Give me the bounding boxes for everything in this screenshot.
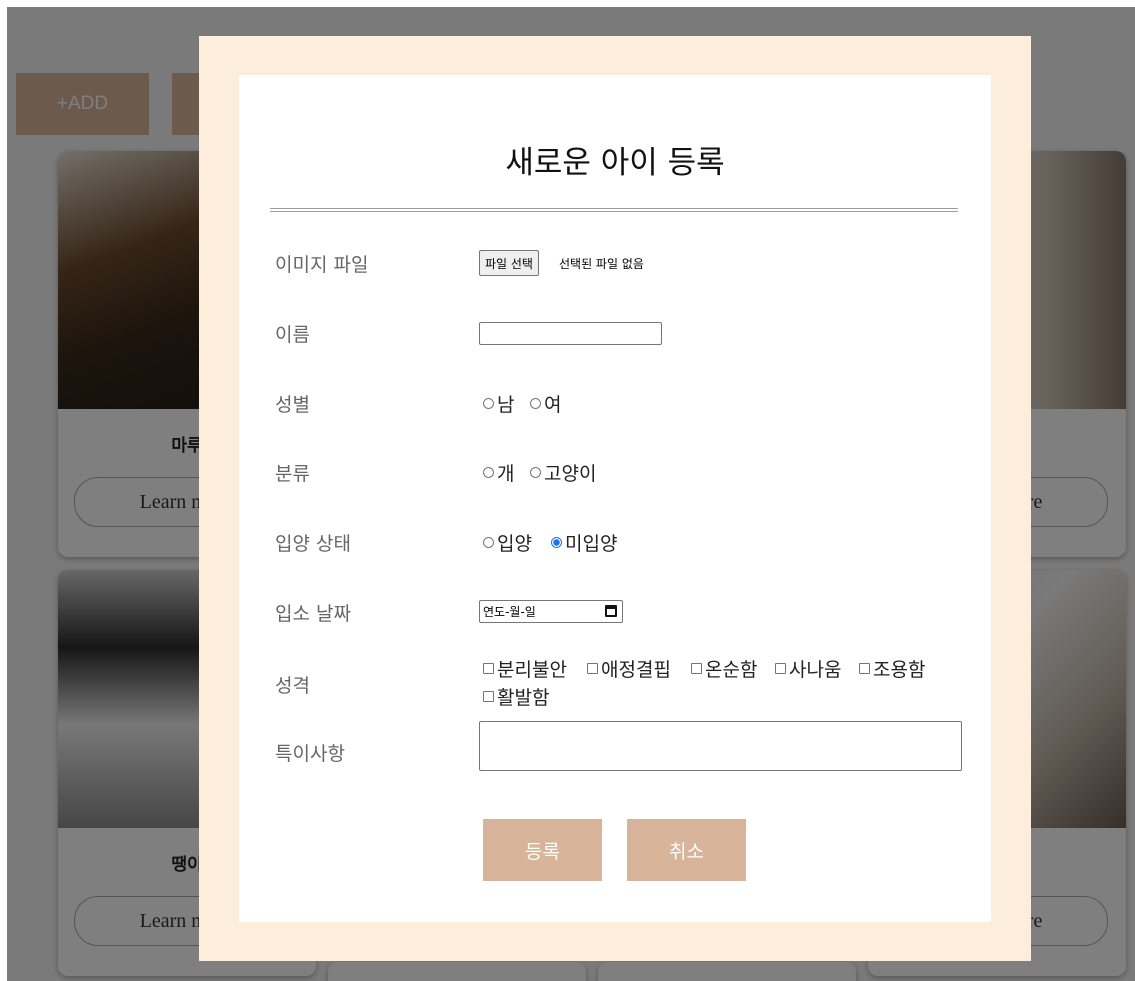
personality-option[interactable]: 사나움 (775, 655, 841, 682)
checkbox[interactable] (691, 663, 702, 674)
radio-button-selected[interactable] (551, 537, 562, 548)
category-option-dog[interactable]: 개 (483, 459, 514, 486)
file-status: 선택된 파일 없음 (559, 257, 644, 271)
personality-option[interactable]: 활발함 (483, 683, 549, 710)
personality-option[interactable]: 온순함 (691, 655, 757, 682)
checkbox[interactable] (775, 663, 786, 674)
gender-option-female[interactable]: 여 (530, 390, 561, 417)
radio-button[interactable] (530, 467, 541, 478)
checkbox[interactable] (483, 663, 494, 674)
notes-label: 특이사항 (275, 743, 345, 765)
intake-date-input[interactable]: 연도-월-일 (479, 600, 623, 623)
register-modal: 새로운 아이 등록 이미지 파일 파일 선택 선택된 파일 없음 이름 성별 남… (199, 36, 1031, 961)
cancel-button[interactable]: 취소 (627, 819, 746, 881)
checkbox[interactable] (483, 691, 494, 702)
name-input[interactable] (479, 322, 662, 345)
date-label: 입소 날짜 (275, 603, 351, 625)
image-file-label: 이미지 파일 (275, 254, 369, 276)
category-option-cat[interactable]: 고양이 (530, 459, 596, 486)
personality-option[interactable]: 조용함 (859, 655, 925, 682)
radio-button[interactable] (483, 398, 494, 409)
title-divider (270, 208, 958, 212)
date-placeholder: 연도-월-일 (483, 605, 536, 619)
radio-button[interactable] (483, 467, 494, 478)
checkbox[interactable] (859, 663, 870, 674)
file-select-button[interactable]: 파일 선택 (479, 250, 539, 276)
register-form: 새로운 아이 등록 이미지 파일 파일 선택 선택된 파일 없음 이름 성별 남… (239, 75, 991, 922)
radio-button[interactable] (530, 398, 541, 409)
checkbox[interactable] (587, 663, 598, 674)
notes-textarea[interactable] (479, 721, 962, 771)
category-label: 분류 (275, 463, 310, 485)
adoption-label: 입양 상태 (275, 533, 351, 555)
submit-button[interactable]: 등록 (483, 819, 602, 881)
gender-label: 성별 (275, 394, 310, 416)
adoption-option-not-adopted[interactable]: 미입양 (551, 529, 617, 556)
personality-option[interactable]: 애정결핍 (587, 655, 671, 682)
personality-label: 성격 (275, 675, 310, 697)
gender-option-male[interactable]: 남 (483, 390, 514, 417)
adoption-option-adopted[interactable]: 입양 (483, 529, 532, 556)
radio-button[interactable] (483, 537, 494, 548)
modal-title: 새로운 아이 등록 (505, 145, 725, 181)
personality-option[interactable]: 분리불안 (483, 655, 567, 682)
calendar-icon[interactable] (605, 605, 617, 617)
name-label: 이름 (275, 324, 310, 346)
